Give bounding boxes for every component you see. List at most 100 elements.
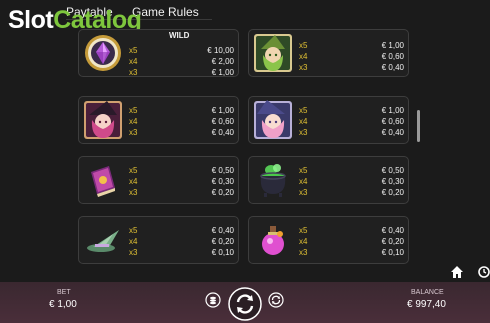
paytable-card-wild: WILD x5 € 10,00 x4 € 2,00 x3 € 1,00 xyxy=(78,29,239,77)
multiplier: x3 xyxy=(299,63,308,72)
pay-row: x3 € 0,40 xyxy=(299,63,404,74)
payout: € 0,40 xyxy=(211,128,234,137)
payout: € 0,60 xyxy=(381,117,404,126)
green-witch-icon xyxy=(253,33,293,73)
payout: € 0,40 xyxy=(381,63,404,72)
multiplier: x5 xyxy=(129,106,138,115)
pay-row: x4 € 0,30 xyxy=(129,177,234,188)
autoplay-icon xyxy=(268,292,284,308)
payout: € 0,20 xyxy=(211,188,234,197)
pay-row: x3 € 1,00 xyxy=(129,68,234,79)
multiplier: x4 xyxy=(129,177,138,186)
multiplier: x3 xyxy=(129,248,138,257)
payout: € 0,20 xyxy=(211,237,234,246)
multiplier: x5 xyxy=(299,166,308,175)
witch-hat-icon xyxy=(83,220,123,260)
payout: € 0,30 xyxy=(381,177,404,186)
payout: € 0,60 xyxy=(381,52,404,61)
pay-row: x4 € 0,20 xyxy=(129,237,234,248)
purple-gem-icon xyxy=(83,33,123,73)
multiplier: x3 xyxy=(299,128,308,137)
paytable-card-blue-witch: x5 € 1,00 x4 € 0,60 x3 € 0,40 xyxy=(248,96,409,144)
history-button[interactable] xyxy=(477,265,490,279)
payout: € 1,00 xyxy=(381,41,404,50)
payout: € 0,20 xyxy=(381,237,404,246)
multiplier: x3 xyxy=(129,188,138,197)
spellbook-icon xyxy=(83,160,123,200)
blue-witch-icon xyxy=(253,100,293,140)
multiplier: x3 xyxy=(129,68,138,77)
pay-row: x3 € 0,10 xyxy=(299,248,404,259)
multiplier: x4 xyxy=(129,237,138,246)
multiplier: x5 xyxy=(299,41,308,50)
payout: € 1,00 xyxy=(211,106,234,115)
payout: € 0,10 xyxy=(381,248,404,257)
payout: € 0,50 xyxy=(211,166,234,175)
multiplier: x5 xyxy=(299,226,308,235)
payout: € 2,00 xyxy=(211,57,234,66)
bet-value[interactable]: € 1,00 xyxy=(49,299,77,310)
pink-witch-icon xyxy=(83,100,123,140)
paytable-card-potion: x5 € 0,40 x4 € 0,20 x3 € 0,10 xyxy=(248,216,409,264)
pay-row: x4 € 2,00 xyxy=(129,57,234,68)
pay-row: x3 € 0,40 xyxy=(129,128,234,139)
pay-row: x5 € 0,50 xyxy=(299,166,404,177)
paytable-card-spellbook: x5 € 0,50 x4 € 0,30 x3 € 0,20 xyxy=(78,156,239,204)
multiplier: x4 xyxy=(299,237,308,246)
payout: € 0,10 xyxy=(211,248,234,257)
watermark-part1: Slot xyxy=(8,6,54,34)
home-icon xyxy=(451,266,463,278)
payout: € 10,00 xyxy=(207,46,234,55)
spin-icon xyxy=(228,287,262,321)
pay-row: x3 € 0,40 xyxy=(299,128,404,139)
balance-label: BALANCE xyxy=(411,289,444,296)
home-button[interactable] xyxy=(450,265,464,279)
pay-row: x3 € 0,20 xyxy=(129,188,234,199)
pay-row: x5 € 10,00 xyxy=(129,46,234,57)
wild-label: WILD xyxy=(169,31,190,40)
multiplier: x4 xyxy=(299,117,308,126)
pay-row: x4 € 0,60 xyxy=(129,117,234,128)
payout: € 0,50 xyxy=(381,166,404,175)
payout: € 1,00 xyxy=(381,106,404,115)
pay-row: x3 € 0,20 xyxy=(299,188,404,199)
payout: € 0,40 xyxy=(211,226,234,235)
multiplier: x4 xyxy=(129,57,138,66)
spin-button[interactable] xyxy=(228,287,262,321)
pay-row: x4 € 0,30 xyxy=(299,177,404,188)
multiplier: x3 xyxy=(299,248,308,257)
multiplier: x5 xyxy=(129,226,138,235)
paytable-card-cauldron: x5 € 0,50 x4 € 0,30 x3 € 0,20 xyxy=(248,156,409,204)
pay-row: x5 € 0,40 xyxy=(129,226,234,237)
multiplier: x5 xyxy=(129,46,138,55)
multiplier: x5 xyxy=(299,106,308,115)
pay-row: x3 € 0,10 xyxy=(129,248,234,259)
coins-icon xyxy=(205,292,221,308)
bet-settings-button[interactable] xyxy=(205,292,221,308)
multiplier: x4 xyxy=(129,117,138,126)
payout: € 0,30 xyxy=(211,177,234,186)
multiplier: x3 xyxy=(129,128,138,137)
payout: € 0,40 xyxy=(381,226,404,235)
pay-row: x4 € 0,60 xyxy=(299,52,404,63)
pay-row: x5 € 1,00 xyxy=(299,106,404,117)
tab-game-rules[interactable]: Game Rules xyxy=(132,5,199,19)
paytable-scrollbar[interactable] xyxy=(417,110,420,142)
paytable-card-pink-witch: x5 € 1,00 x4 € 0,60 x3 € 0,40 xyxy=(78,96,239,144)
history-icon xyxy=(478,266,490,278)
autoplay-button[interactable] xyxy=(268,292,284,308)
bet-label: BET xyxy=(57,289,71,296)
pay-row: x4 € 0,60 xyxy=(299,117,404,128)
multiplier: x5 xyxy=(129,166,138,175)
pay-row: x5 € 1,00 xyxy=(129,106,234,117)
paytable-card-witch-hat: x5 € 0,40 x4 € 0,20 x3 € 0,10 xyxy=(78,216,239,264)
cauldron-icon xyxy=(253,160,293,200)
multiplier: x4 xyxy=(299,52,308,61)
paytable-card-green-witch: x5 € 1,00 x4 € 0,60 x3 € 0,40 xyxy=(248,29,409,77)
potion-icon xyxy=(253,220,293,260)
balance-value: € 997,40 xyxy=(407,299,446,310)
payout: € 0,20 xyxy=(381,188,404,197)
pay-row: x5 € 1,00 xyxy=(299,41,404,52)
pay-row: x5 € 0,50 xyxy=(129,166,234,177)
multiplier: x3 xyxy=(299,188,308,197)
